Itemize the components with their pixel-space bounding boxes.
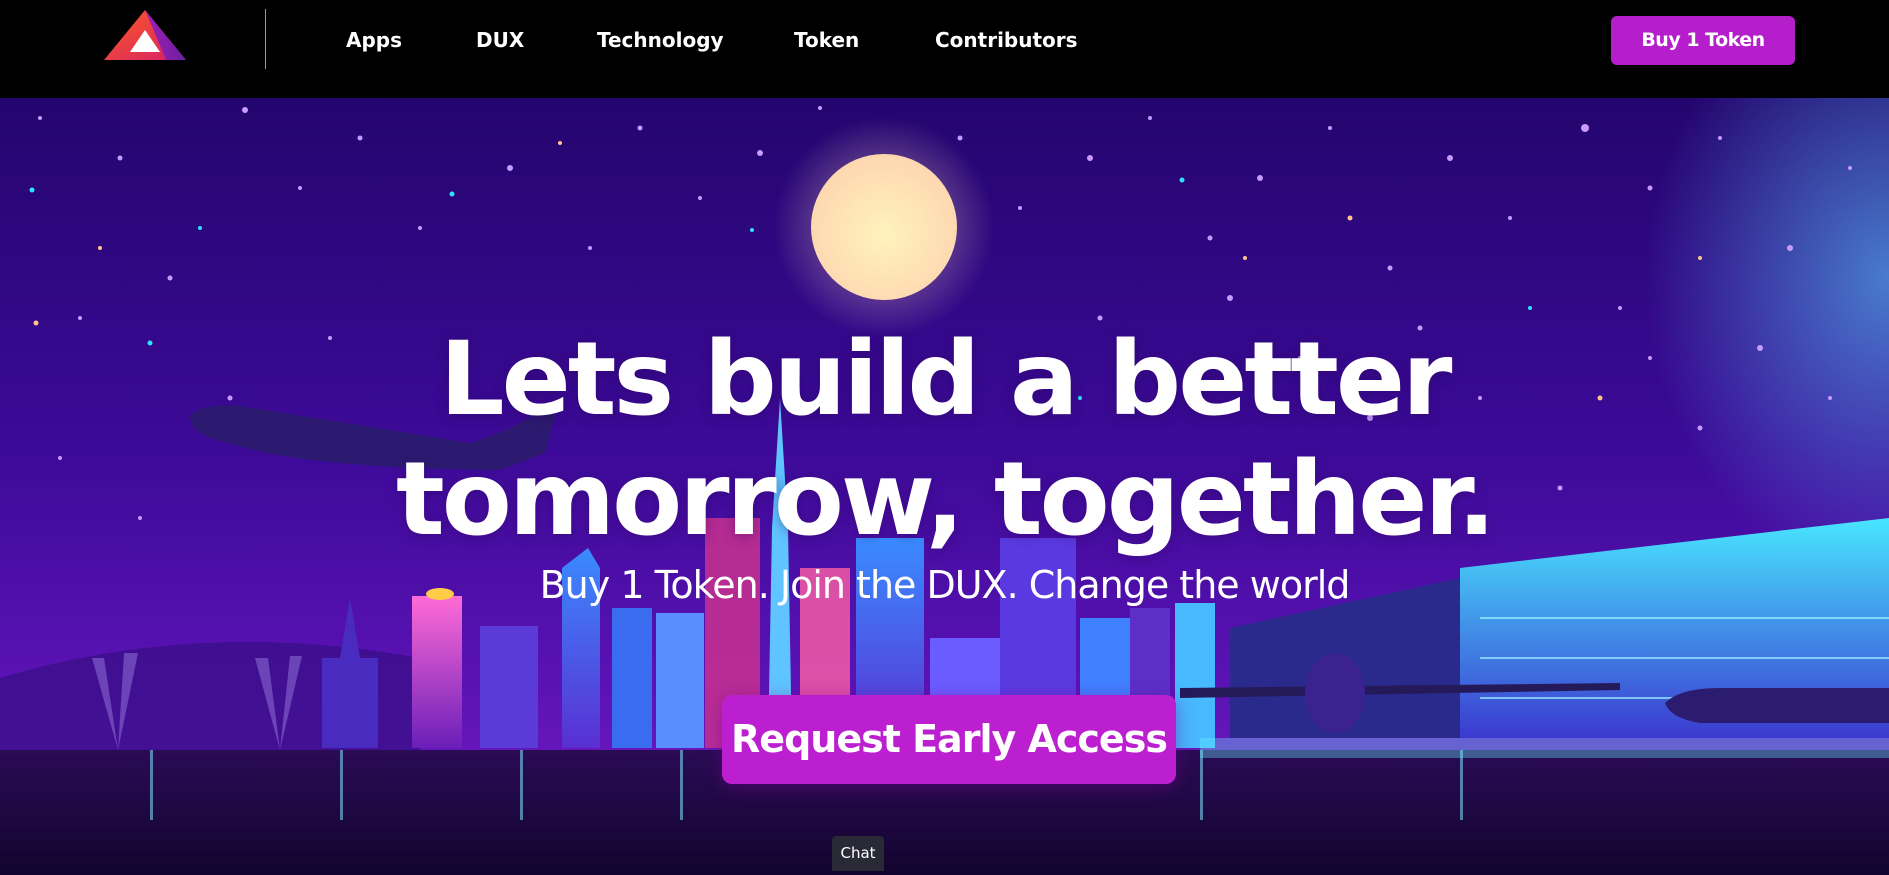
- chat-button[interactable]: Chat: [832, 836, 884, 871]
- page: Apps DUX Technology Token Contributors B…: [0, 0, 1889, 875]
- nav-link-contributors[interactable]: Contributors: [935, 26, 1078, 54]
- nav-link-technology[interactable]: Technology: [597, 26, 724, 54]
- triangle-logo-icon[interactable]: [104, 10, 186, 62]
- nav-link-dux[interactable]: DUX: [476, 26, 524, 54]
- nav-divider: [265, 9, 266, 69]
- hero-headline: Lets build a better tomorrow, together.: [0, 320, 1889, 560]
- top-navigation: Apps DUX Technology Token Contributors B…: [0, 0, 1889, 98]
- hero-headline-line-2: tomorrow, together.: [396, 440, 1496, 559]
- hero-subheading: Buy 1 Token. Join the DUX. Change the wo…: [539, 563, 1351, 607]
- request-early-access-button[interactable]: Request Early Access: [722, 695, 1176, 784]
- hero-section: Lets build a better tomorrow, together. …: [0, 98, 1889, 875]
- hero-headline-line-1: Lets build a better: [439, 320, 1453, 439]
- nav-link-apps[interactable]: Apps: [346, 26, 402, 54]
- nav-link-token[interactable]: Token: [794, 26, 859, 54]
- buy-token-button[interactable]: Buy 1 Token: [1611, 16, 1795, 65]
